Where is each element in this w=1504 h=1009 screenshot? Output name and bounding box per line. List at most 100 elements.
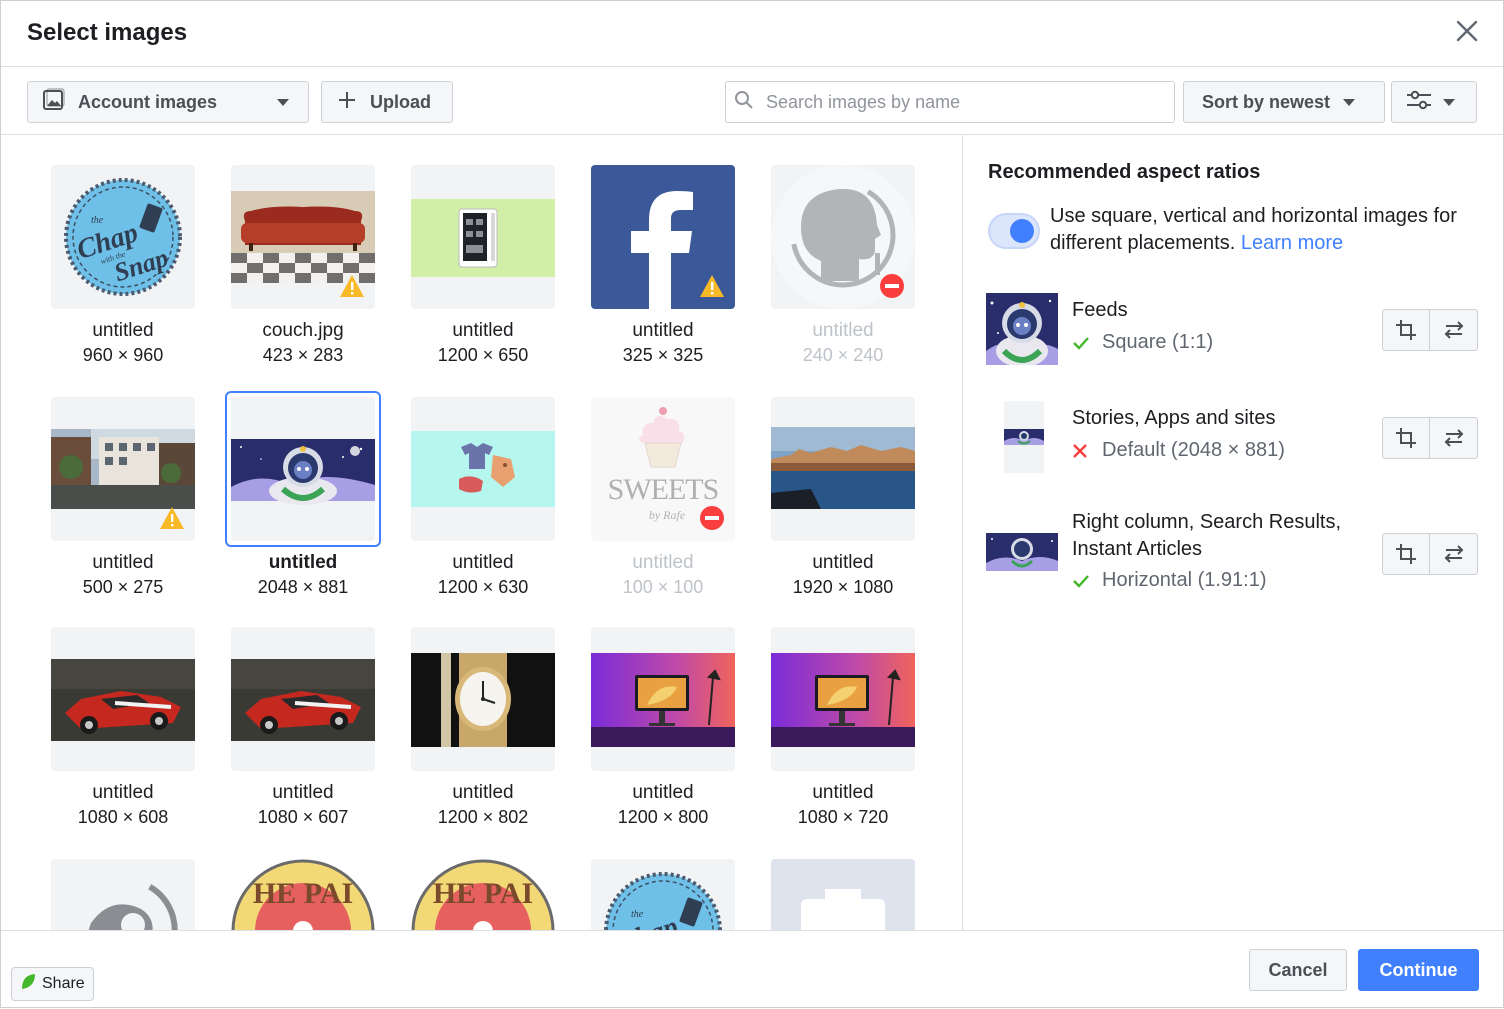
x-icon [1072, 443, 1094, 459]
search-input[interactable] [766, 91, 1146, 113]
image-tile[interactable]: SWEETS by Rafe untitled 100 × 100 [591, 397, 735, 599]
image-tile[interactable]: the Chap with the Snap [591, 859, 735, 930]
swap-icon[interactable] [1430, 309, 1478, 351]
chevron-down-icon [276, 92, 290, 113]
warning-icon [160, 507, 184, 529]
search-icon [734, 90, 754, 115]
chevron-down-icon [1442, 92, 1456, 113]
dialog-header: Select images [1, 1, 1503, 67]
image-thumbnail [591, 627, 735, 771]
image-dimensions: 1200 × 800 [617, 807, 709, 827]
image-thumbnail [411, 397, 555, 541]
placement-label: Stories, Apps and sites [1072, 407, 1276, 429]
image-name: untitled [272, 782, 334, 803]
image-tile[interactable]: untitled 2048 × 881 [225, 391, 381, 599]
image-thumbnail [771, 627, 915, 771]
image-thumbnail: SWEETS by Rafe [591, 397, 735, 541]
image-name: untitled [812, 552, 874, 573]
continue-button[interactable]: Continue [1358, 949, 1479, 991]
image-dimensions: 1200 × 650 [437, 345, 529, 365]
chevron-down-icon [1342, 92, 1356, 113]
placement-thumbnail [986, 293, 1058, 370]
swap-icon[interactable] [1430, 533, 1478, 575]
aspect-ratio-toggle[interactable] [988, 213, 1040, 249]
check-icon [1072, 574, 1094, 588]
image-name: untitled [92, 552, 154, 573]
account-images-dropdown[interactable]: Account images [27, 81, 309, 123]
select-images-dialog: Select images Account images Upload Sear… [0, 0, 1504, 1008]
swap-icon[interactable] [1430, 417, 1478, 459]
image-thumbnail [51, 859, 195, 930]
image-dimensions: 960 × 960 [82, 345, 164, 365]
image-dimensions: 1920 × 1080 [792, 577, 894, 597]
search-box[interactable] [725, 81, 1175, 123]
image-tile[interactable]: untitled 240 × 240 [771, 165, 915, 367]
image-tile[interactable]: untitled 1200 × 802 [411, 627, 555, 829]
cancel-button[interactable]: Cancel [1249, 949, 1347, 991]
image-tile[interactable]: untitled 1080 × 608 [51, 627, 195, 829]
blocked-icon [880, 274, 904, 298]
image-name: untitled [812, 320, 874, 341]
plus-icon [338, 91, 356, 114]
image-tile[interactable] [51, 859, 195, 930]
crop-icon[interactable] [1382, 309, 1430, 351]
image-thumbnail: HE PAI [411, 859, 555, 930]
image-grid: the Chap with the Snap untitled 960 × 960… [1, 135, 963, 930]
image-tile[interactable]: untitled 1200 × 630 [411, 397, 555, 599]
image-library-icon [42, 87, 66, 117]
placement-actions [1382, 309, 1478, 351]
image-tile[interactable]: HE PAI [411, 859, 555, 930]
warning-icon [340, 275, 364, 297]
image-thumbnail: the Chap with the Snap [591, 859, 735, 930]
image-tile[interactable]: untitled 1920 × 1080 [771, 397, 915, 599]
image-thumbnail [231, 627, 375, 771]
image-tile[interactable]: untitled 1080 × 720 [771, 627, 915, 829]
warning-icon [700, 275, 724, 297]
image-dimensions: 100 × 100 [622, 577, 704, 597]
image-thumbnail [591, 165, 735, 309]
image-thumbnail: the Chap with the Snap [51, 165, 195, 309]
image-tile[interactable]: untitled 1080 × 607 [231, 627, 375, 829]
placement-thumbnail [986, 533, 1058, 576]
image-dimensions: 1080 × 720 [797, 807, 889, 827]
learn-more-link[interactable]: Learn more [1241, 232, 1343, 254]
aspect-ratio-title: Recommended aspect ratios [988, 161, 1261, 183]
placement-feeds: Feeds Square (1:1) [986, 293, 1486, 367]
image-dimensions: 1080 × 608 [77, 807, 169, 827]
image-thumbnail [411, 627, 555, 771]
crop-icon[interactable] [1382, 533, 1430, 575]
image-tile[interactable]: untitled 1200 × 800 [591, 627, 735, 829]
upload-button[interactable]: Upload [321, 81, 453, 123]
check-icon [1072, 336, 1094, 350]
image-tile[interactable]: untitled 325 × 325 [591, 165, 735, 367]
svg-text:the: the [91, 215, 104, 226]
image-dimensions: 500 × 275 [82, 577, 164, 597]
image-tile[interactable]: untitled 1200 × 650 [411, 165, 555, 367]
crop-icon[interactable] [1382, 417, 1430, 459]
close-icon[interactable] [1451, 15, 1483, 47]
image-name: untitled [812, 782, 874, 803]
placement-thumbnail [1004, 401, 1044, 478]
filter-dropdown[interactable] [1391, 81, 1477, 123]
aspect-ratio-panel: Recommended aspect ratios Use square, ve… [964, 135, 1504, 930]
image-thumbnail [51, 627, 195, 771]
svg-text:the: the [631, 909, 644, 920]
image-thumbnail [231, 165, 375, 309]
image-tile[interactable]: the Chap with the Snap untitled 960 × 960 [51, 165, 195, 367]
image-tile[interactable]: untitled 500 × 275 [51, 397, 195, 599]
aspect-ratio-description: Use square, vertical and horizontal imag… [1050, 205, 1457, 254]
image-name: untitled [632, 320, 694, 341]
upload-label: Upload [370, 91, 431, 112]
image-tile[interactable] [771, 859, 915, 930]
image-name: untitled [452, 320, 514, 341]
placement-right-column: Right column, Search Results, Instant Ar… [986, 509, 1486, 609]
image-name: untitled [452, 552, 514, 573]
image-tile[interactable]: couch.jpg 423 × 283 [231, 165, 375, 367]
image-name: untitled [92, 782, 154, 803]
image-tile[interactable]: HE PAI [231, 859, 375, 930]
image-dimensions: 1200 × 802 [437, 807, 529, 827]
sort-dropdown[interactable]: Sort by newest [1183, 81, 1385, 123]
share-button[interactable]: Share [11, 967, 94, 1001]
image-dimensions: 325 × 325 [622, 345, 704, 365]
image-name: untitled [632, 782, 694, 803]
